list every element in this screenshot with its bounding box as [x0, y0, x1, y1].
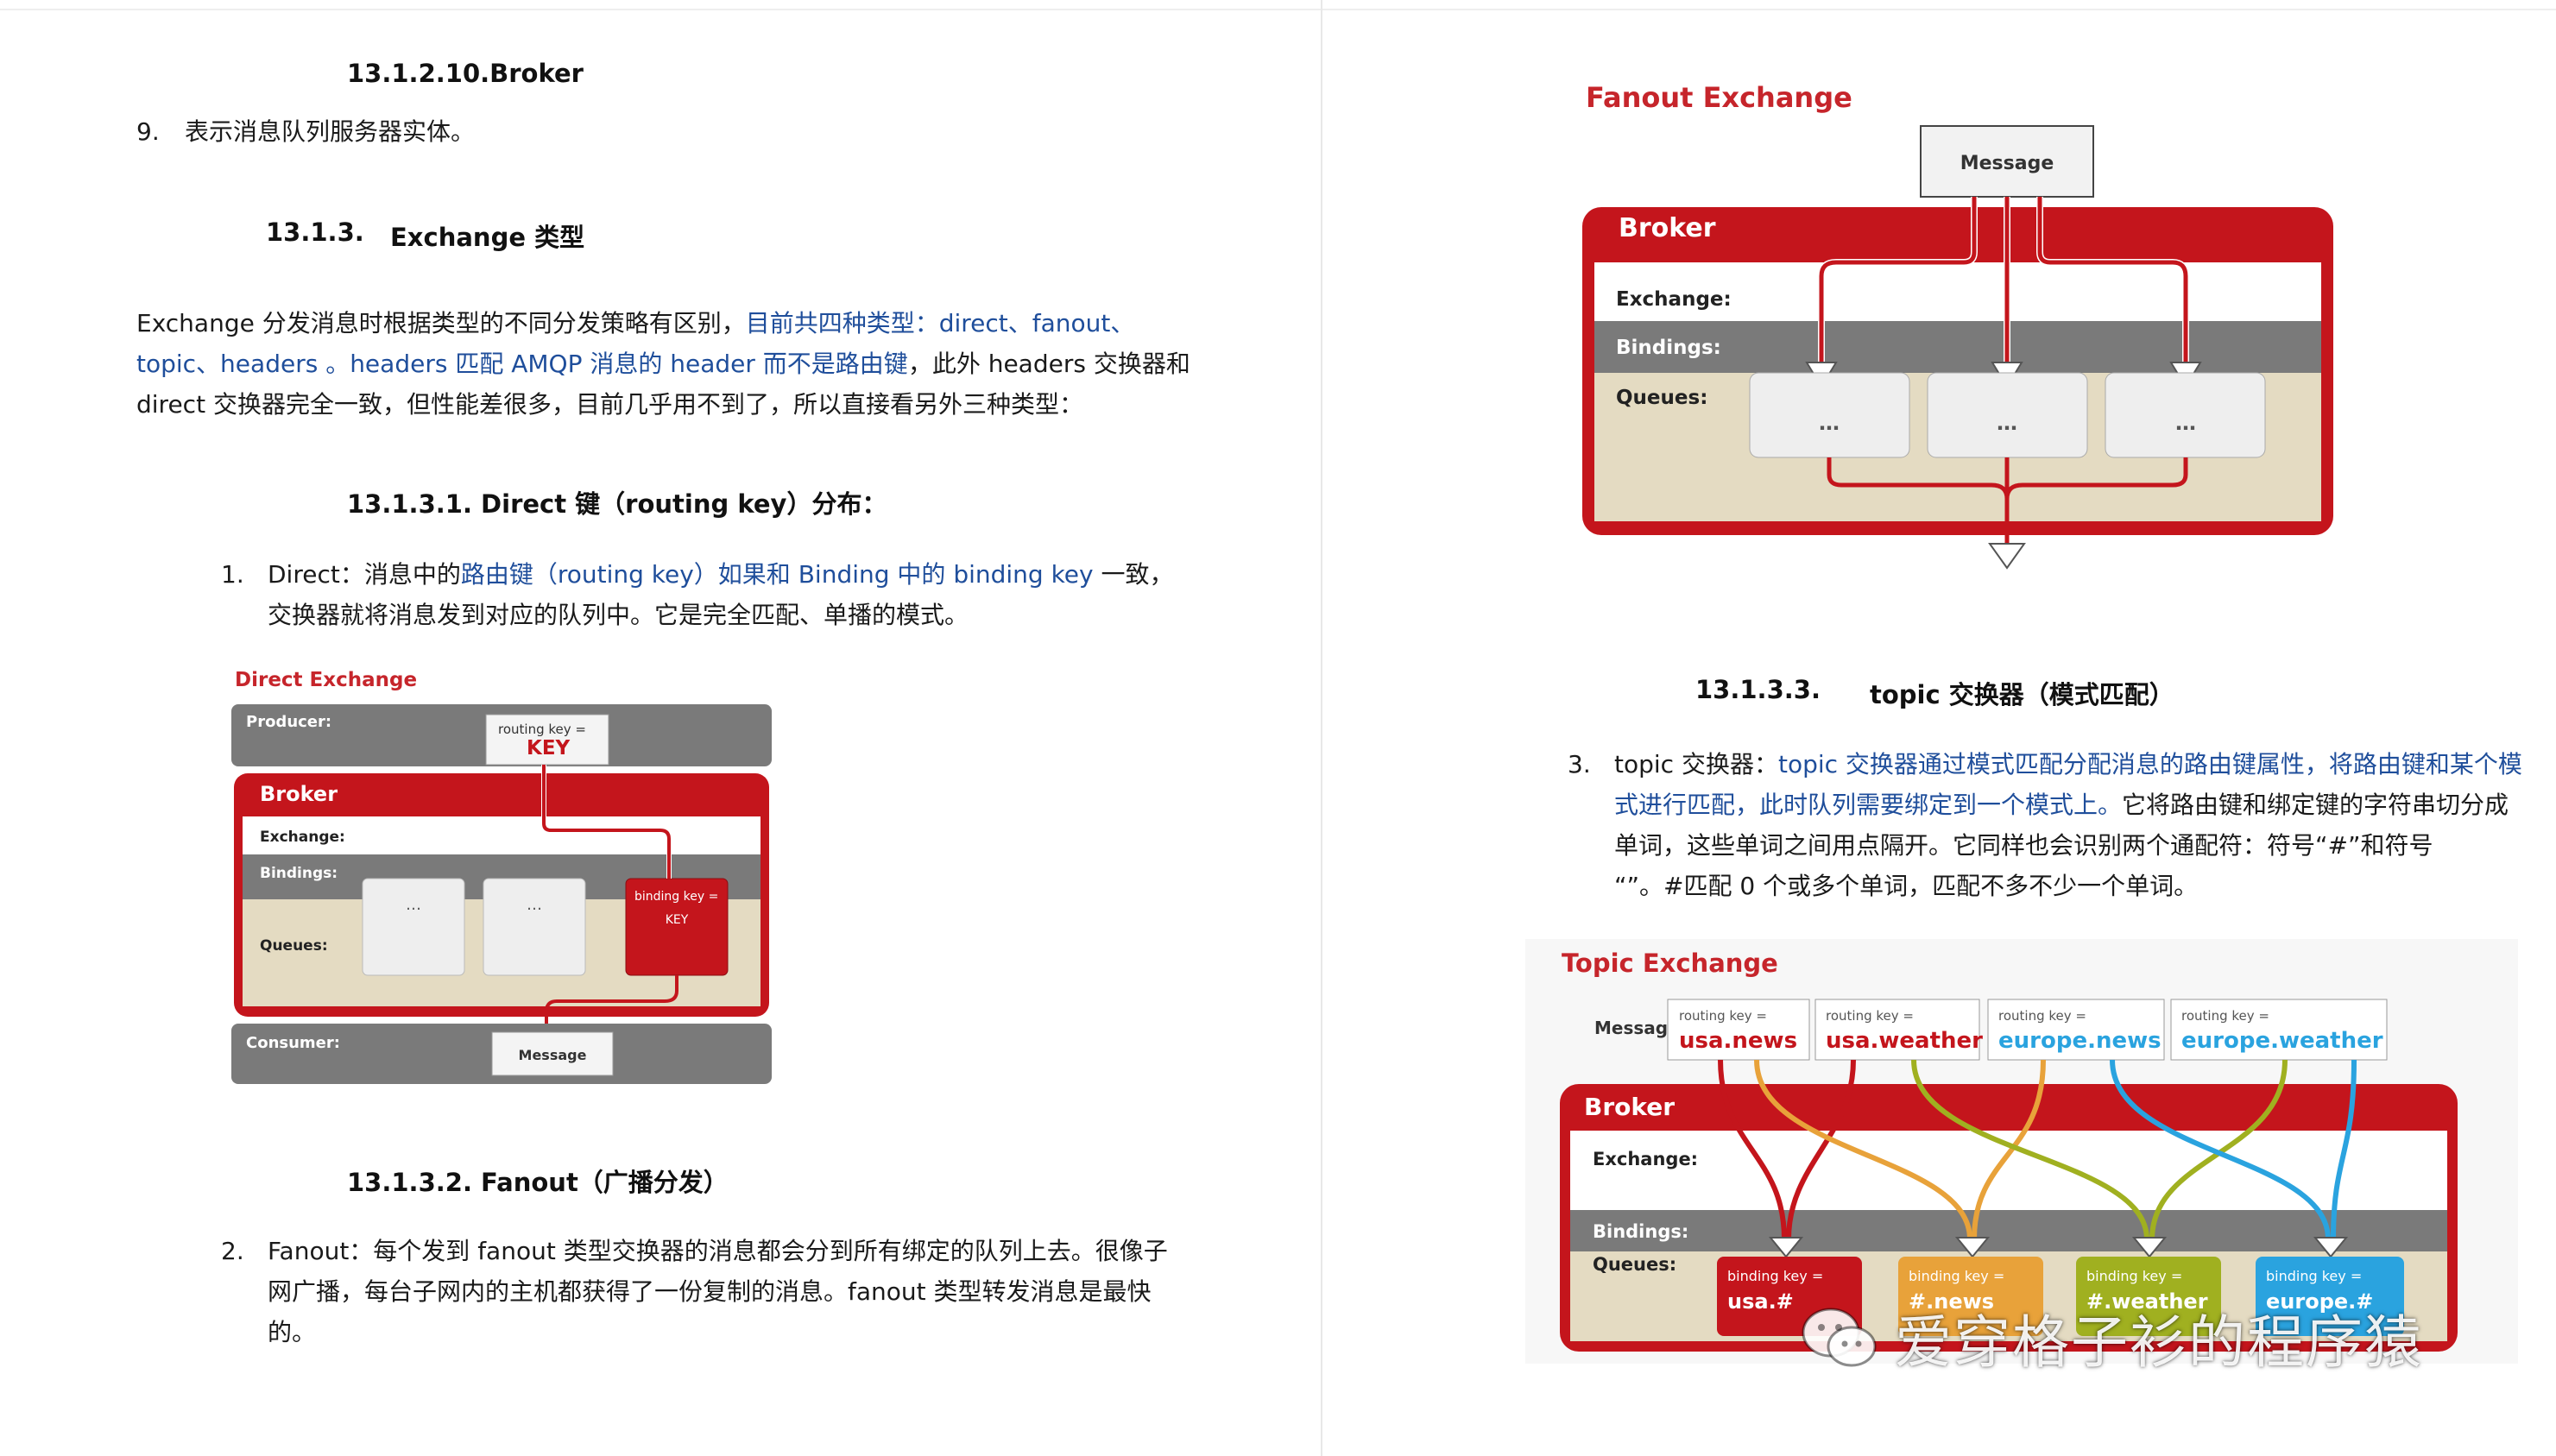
routing-key-label: routing key =	[2181, 1008, 2269, 1024]
routing-key-value: usa.weather	[1826, 1028, 1983, 1054]
list-item-3-line-3: 单词，这些单词之间用点隔开。它同样也会识别两个通配符：符号“#”和符号	[1614, 831, 2433, 860]
consumer-label: Consumer:	[246, 1034, 340, 1052]
consumer-message-label: Message	[519, 1047, 587, 1063]
routing-key-message-4: routing key = europe.weather	[2170, 999, 2388, 1061]
exchange-label: Exchange:	[1616, 288, 1732, 311]
list-item-9-text: 表示消息队列服务器实体。	[185, 117, 476, 146]
queue-1	[362, 878, 465, 976]
direct-heading: 13.1.3.1. Direct 键（routing key）分布：	[347, 489, 887, 519]
queue-3-dots: …	[2175, 411, 2196, 435]
bindings-label: Bindings:	[1616, 337, 1721, 359]
para-highlight: 路由键（routing key）如果和 Binding 中的 binding k…	[460, 560, 1094, 589]
queues-label: Queues:	[1616, 387, 1707, 409]
para-highlight: topic、headers 。headers 匹配 AMQP 消息的 heade…	[136, 350, 908, 378]
para-exchange-line-3: direct 交换器完全一致，但性能差很多，目前几乎用不到了，所以直接看另外三种…	[136, 390, 1083, 419]
routing-key-label: routing key =	[1998, 1008, 2086, 1024]
queue-2-dots: …	[1997, 411, 2017, 435]
list-item-3-line-2: 式进行匹配，此时队列需要绑定到一个模式上。它将路由键和绑定键的字符串切分成	[1614, 785, 2509, 825]
exchange-label: Exchange:	[1593, 1149, 1698, 1169]
para-exchange-line-2: topic、headers 。headers 匹配 AMQP 消息的 heade…	[136, 344, 1190, 384]
broker-heading: 13.1.2.10.Broker	[347, 59, 584, 88]
broker-label: Broker	[1584, 1093, 1675, 1121]
para-text: 一致，	[1093, 560, 1174, 589]
routing-key-message-1: routing key = usa.news	[1667, 999, 1810, 1061]
routing-key-label: routing key =	[1826, 1008, 1914, 1024]
list-item-3-line-1: topic 交换器：topic 交换器通过模式匹配分配消息的路由键属性，将路由键…	[1614, 744, 2522, 785]
para-highlight: 式进行匹配，此时队列需要绑定到一个模式上。	[1614, 791, 2123, 819]
list-number-2: 2.	[221, 1237, 244, 1265]
list-item-3-line-4: “”。#匹配 0 个或多个单词，匹配不多不少一个单词。	[1614, 872, 2199, 900]
broker-label: Broker	[260, 782, 338, 806]
routing-key-value: europe.news	[1998, 1028, 2162, 1054]
para-text: 它将路由键和绑定键的字符串切分成	[2122, 791, 2509, 819]
producer-label: Producer:	[246, 713, 331, 731]
arrow-out	[1988, 543, 2026, 570]
list-item-2-line-1: Fanout：每个发到 fanout 类型交换器的消息都会分到所有绑定的队列上去…	[268, 1237, 1168, 1265]
list-number-3: 3.	[1568, 750, 1591, 778]
fanout-heading: 13.1.3.2. Fanout（广播分发）	[347, 1168, 729, 1197]
watermark-text: 爱穿格子衫的程序猿	[1895, 1309, 2423, 1376]
para-text: ，此外 headers 交换器和	[907, 350, 1190, 378]
bindings-row	[1570, 1210, 2447, 1251]
para-text: topic 交换器：	[1614, 750, 1778, 778]
wechat-icon	[1802, 1308, 1877, 1367]
routing-key-value: usa.news	[1679, 1028, 1797, 1054]
broker-label: Broker	[1619, 213, 1716, 243]
binding-key-label: binding key =	[1727, 1268, 1823, 1284]
list-item-1-line-2: 交换器就将消息发到对应的队列中。它是完全匹配、单播的模式。	[268, 601, 969, 629]
para-text: Exchange 分发消息时根据类型的不同分发策略有区别，	[136, 309, 746, 337]
fanout-diagram-title: Fanout Exchange	[1586, 81, 1852, 114]
queue-2-dots: …	[527, 896, 542, 914]
routing-key-label: routing key =	[1679, 1008, 1767, 1024]
routing-key-value: KEY	[527, 737, 571, 760]
binding-key-label: binding key =	[2266, 1268, 2362, 1284]
topic-diagram-title: Topic Exchange	[1562, 949, 1778, 978]
list-number-1: 1.	[221, 560, 244, 589]
topic-heading-number: 13.1.3.3.	[1695, 675, 1821, 704]
queue-1-dots: …	[406, 896, 421, 914]
exchange-types-heading: Exchange 类型	[390, 223, 585, 252]
exchange-label: Exchange:	[260, 829, 345, 846]
list-item-1-line-1: Direct：消息中的路由键（routing key）如果和 Binding 中…	[268, 554, 1174, 595]
list-item-2-line-3: 的。	[268, 1318, 317, 1346]
page-top-border	[1322, 9, 2556, 10]
exchange-types-heading-number: 13.1.3.	[266, 217, 364, 247]
queue-2	[483, 878, 586, 976]
para-highlight: topic 交换器通过模式匹配分配消息的路由键属性，将路由键和某个模	[1777, 750, 2522, 778]
document-page-right: Fanout Exchange Broker Exchange: Binding…	[1322, 0, 2556, 1456]
document-page-left: 13.1.2.10.Broker 9. 表示消息队列服务器实体。 13.1.3.…	[0, 0, 1321, 1456]
binding-key-label: binding key =	[2086, 1268, 2182, 1284]
para-exchange-line-1: Exchange 分发消息时根据类型的不同分发策略有区别，目前共四种类型：dir…	[136, 303, 1134, 344]
routing-key-message-3: routing key = europe.news	[1987, 999, 2165, 1061]
direct-diagram-title: Direct Exchange	[235, 669, 417, 691]
watermark: 爱穿格子衫的程序猿	[1800, 1299, 2423, 1377]
bindings-label: Bindings:	[1593, 1221, 1688, 1242]
binding-key-value: KEY	[666, 913, 689, 927]
list-number-9: 9.	[136, 117, 160, 146]
routing-key-message-2: routing key = usa.weather	[1814, 999, 1983, 1061]
routing-key-value: europe.weather	[2181, 1028, 2383, 1054]
binding-key-label: binding key =	[634, 890, 718, 904]
queue-1-dots: …	[1819, 411, 1840, 435]
bindings-label: Bindings:	[260, 865, 338, 882]
binding-key-label: binding key =	[1909, 1268, 2004, 1284]
direct-exchange-diagram: Direct Exchange Producer: routing key = …	[231, 669, 772, 1084]
queues-label: Queues:	[260, 937, 328, 955]
para-text: Direct：消息中的	[268, 560, 461, 589]
message-label: Message	[1960, 153, 2054, 174]
queues-label: Queues:	[1593, 1254, 1676, 1275]
fanout-exchange-diagram: Fanout Exchange Broker Exchange: Binding…	[1582, 81, 2333, 570]
list-item-2-line-2: 网广播，每台子网内的主机都获得了一份复制的消息。fanout 类型转发消息是最快	[268, 1277, 1152, 1306]
topic-heading: topic 交换器（模式匹配）	[1870, 680, 2174, 709]
para-highlight: 目前共四种类型：direct、fanout、	[745, 309, 1135, 337]
binding-key-value: usa.#	[1727, 1289, 1794, 1314]
page-top-border	[0, 9, 1321, 10]
routing-key-label: routing key =	[498, 722, 586, 737]
